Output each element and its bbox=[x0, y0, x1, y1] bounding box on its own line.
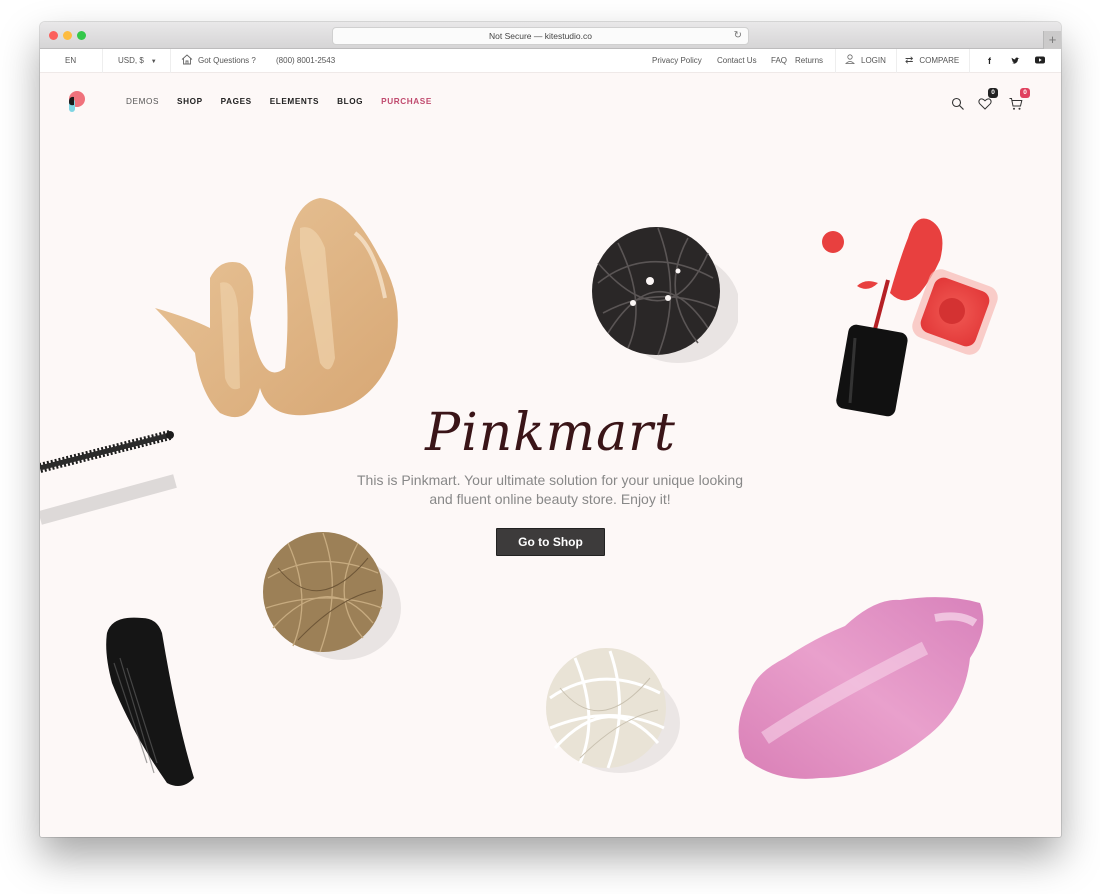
compare-label: COMPARE bbox=[919, 56, 960, 65]
url-text: Not Secure — kitestudio.co bbox=[489, 31, 592, 41]
login-link[interactable]: LOGIN bbox=[845, 49, 886, 73]
divider bbox=[170, 49, 171, 73]
link-returns[interactable]: Returns bbox=[795, 49, 823, 73]
logo[interactable] bbox=[66, 90, 86, 114]
divider bbox=[969, 49, 970, 73]
questions-label: Got Questions ? bbox=[198, 56, 256, 65]
minimize-window-button[interactable] bbox=[63, 31, 72, 40]
language-selector[interactable]: EN bbox=[65, 49, 76, 73]
twine-ball-image bbox=[263, 532, 401, 660]
hero-title: Pinkmart bbox=[425, 403, 676, 463]
link-faq[interactable]: FAQ bbox=[771, 49, 787, 73]
heart-icon bbox=[978, 98, 992, 110]
home-icon bbox=[181, 54, 193, 65]
divider bbox=[102, 49, 103, 73]
cart-icon bbox=[1009, 98, 1023, 110]
white-wicker-ball-image bbox=[546, 648, 680, 773]
hero-section: Pinkmart This is Pinkmart. Your ultimate… bbox=[40, 133, 1061, 837]
nav-item-blog[interactable]: BLOG bbox=[337, 97, 363, 106]
browser-window: Not Secure — kitestudio.co ↻ + EN USD, $… bbox=[40, 22, 1061, 837]
questions-info: Got Questions ? bbox=[181, 49, 256, 73]
divider bbox=[896, 49, 897, 73]
new-tab-button[interactable]: + bbox=[1043, 31, 1061, 49]
currency-label: USD, $ bbox=[118, 56, 144, 65]
hero-description: This is Pinkmart. Your ultimate solution… bbox=[357, 472, 743, 507]
link-privacy-policy[interactable]: Privacy Policy bbox=[652, 49, 702, 73]
go-to-shop-button[interactable]: Go to Shop bbox=[496, 528, 605, 556]
compare-link[interactable]: ⇄ COMPARE bbox=[905, 49, 959, 73]
close-window-button[interactable] bbox=[49, 31, 58, 40]
wishlist-button[interactable]: 0 bbox=[978, 88, 1008, 121]
reload-icon[interactable]: ↻ bbox=[734, 28, 742, 44]
caret-down-icon: ▼ bbox=[150, 59, 157, 65]
nav-actions: 0 0 bbox=[951, 88, 1041, 121]
nav-item-pages[interactable]: PAGES bbox=[221, 97, 252, 106]
divider bbox=[835, 49, 836, 73]
cart-count-badge: 0 bbox=[1020, 88, 1030, 98]
nav-menu: DEMOS SHOP PAGES ELEMENTS BLOG PURCHASE bbox=[126, 97, 450, 106]
browser-titlebar: Not Secure — kitestudio.co ↻ + bbox=[40, 22, 1061, 49]
twitter-icon[interactable] bbox=[1011, 49, 1020, 73]
currency-selector[interactable]: USD, $ ▼ bbox=[118, 49, 157, 73]
foundation-smear-image bbox=[155, 198, 398, 418]
youtube-icon[interactable] bbox=[1035, 49, 1045, 73]
main-nav: DEMOS SHOP PAGES ELEMENTS BLOG PURCHASE … bbox=[40, 73, 1061, 133]
maximize-window-button[interactable] bbox=[77, 31, 86, 40]
nav-item-elements[interactable]: ELEMENTS bbox=[270, 97, 319, 106]
login-label: LOGIN bbox=[861, 56, 886, 65]
nav-item-shop[interactable]: SHOP bbox=[177, 97, 203, 106]
user-icon bbox=[845, 54, 855, 64]
black-brush-stroke-image bbox=[106, 617, 194, 787]
compare-icon: ⇄ bbox=[905, 55, 914, 66]
top-bar: EN USD, $ ▼ Got Questions ? (800) 8001-25… bbox=[40, 49, 1061, 73]
facebook-icon[interactable]: f bbox=[988, 49, 991, 73]
dark-wicker-ball-image bbox=[592, 227, 738, 363]
wishlist-count-badge: 0 bbox=[988, 88, 998, 98]
nav-item-demos[interactable]: DEMOS bbox=[126, 97, 159, 106]
phone-number[interactable]: (800) 8001-2543 bbox=[276, 49, 335, 73]
address-bar[interactable]: Not Secure — kitestudio.co ↻ bbox=[332, 27, 749, 45]
cart-button[interactable]: 0 bbox=[1009, 88, 1039, 121]
lipstick-smear-image bbox=[738, 597, 984, 779]
link-contact-us[interactable]: Contact Us bbox=[717, 49, 757, 73]
nav-item-purchase[interactable]: PURCHASE bbox=[381, 97, 432, 106]
search-icon[interactable] bbox=[951, 97, 965, 111]
